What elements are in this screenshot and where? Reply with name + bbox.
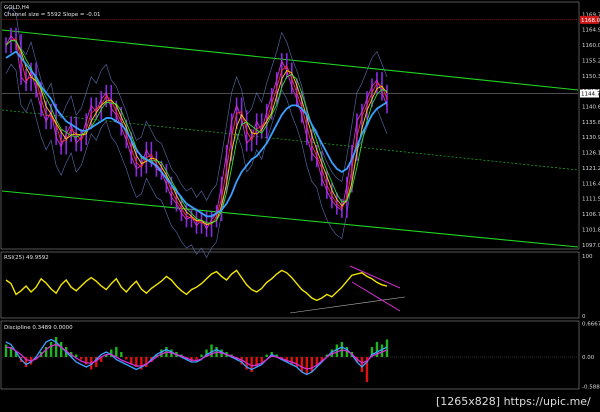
price-tick-label: 1101.85 bbox=[582, 227, 600, 233]
trading-chart: 1169.751164.901160.051155.201150.351145.… bbox=[0, 0, 600, 412]
price-tick-label: 1106.70 bbox=[582, 212, 600, 218]
discipline-tick-label: 0.00 bbox=[582, 355, 595, 361]
discipline-title: Discipline 0.3489 0.0000 bbox=[4, 325, 73, 331]
rsi-tick-label: 0 bbox=[582, 314, 586, 320]
price-tick-label: 1140.65 bbox=[582, 105, 600, 111]
chart-background bbox=[0, 0, 600, 412]
channel-info-label: Channel size = 5592 Slope = -0.01 bbox=[4, 12, 100, 18]
watermark-text: [1265x828] https://upic.me/ bbox=[436, 395, 591, 408]
price-tick-label: 1121.25 bbox=[582, 166, 600, 172]
discipline-tick-label: -0.5882 bbox=[582, 384, 600, 390]
symbol-label: GOLD,H4 bbox=[4, 5, 30, 11]
price-tick-label: 1111.55 bbox=[582, 197, 600, 203]
rsi-tick-label: 100 bbox=[582, 254, 593, 260]
price-tick-label: 1150.35 bbox=[582, 74, 600, 80]
price-tick-label: 1155.20 bbox=[582, 58, 600, 64]
price-tick-label: 1126.10 bbox=[582, 151, 600, 157]
price-tick-label: 1116.40 bbox=[582, 181, 600, 187]
level-tag-label: 1168.00 bbox=[581, 18, 600, 24]
price-tag-label: 1144.75 bbox=[581, 92, 600, 98]
rsi-title: RSI(25) 49.9592 bbox=[4, 255, 49, 261]
price-tick-label: 1160.05 bbox=[582, 43, 600, 49]
price-tick-label: 1164.90 bbox=[582, 28, 600, 34]
discipline-tick-label: 0.6667 bbox=[582, 322, 600, 328]
price-tick-label: 1097.00 bbox=[582, 243, 600, 249]
price-tick-label: 1130.95 bbox=[582, 135, 600, 141]
price-tick-label: 1135.80 bbox=[582, 120, 600, 126]
